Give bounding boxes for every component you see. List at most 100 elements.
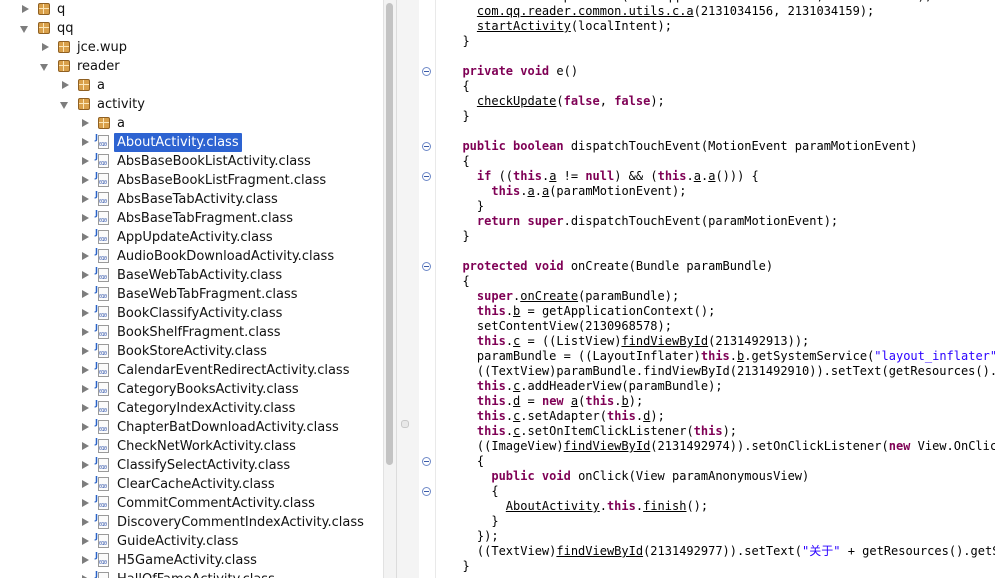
tree-class-row[interactable]: J BaseWebTabFragment.class	[0, 285, 383, 304]
code-text: .	[505, 394, 514, 408]
collapsed-triangle-icon[interactable]	[79, 380, 91, 399]
minus-icon[interactable]	[422, 142, 431, 151]
collapsed-triangle-icon[interactable]	[79, 190, 91, 209]
tree-class-row[interactable]: J AbsBaseTabActivity.class	[0, 190, 383, 209]
code-editor[interactable]: localIntent.putExtra("com.qq.reader.WebC…	[448, 0, 995, 578]
tree-class-row[interactable]: J H5GameActivity.class	[0, 551, 383, 570]
minus-icon[interactable]	[422, 172, 431, 181]
code-keyword: this	[476, 394, 506, 408]
tree-scrollbar-thumb[interactable]	[386, 3, 393, 465]
tree-package-row[interactable]: jce.wup	[0, 38, 383, 57]
collapsed-triangle-icon[interactable]	[79, 323, 91, 342]
tree-class-row[interactable]: J HallOfFameActivity.class	[0, 570, 383, 578]
tree-class-row[interactable]: J CommitCommentActivity.class	[0, 494, 383, 513]
code-text: }	[448, 559, 470, 573]
collapsed-triangle-icon[interactable]	[79, 285, 91, 304]
expanded-triangle-icon[interactable]	[39, 57, 51, 76]
tree-vertical-scrollbar[interactable]	[383, 0, 396, 578]
code-keyword: protected void	[462, 259, 564, 273]
minus-icon[interactable]	[422, 487, 431, 496]
tree-class-row[interactable]: J AbsBaseTabFragment.class	[0, 209, 383, 228]
code-link[interactable]: b	[622, 394, 629, 408]
tree-class-row[interactable]: J BookStoreActivity.class	[0, 342, 383, 361]
expanded-triangle-icon[interactable]	[19, 19, 31, 38]
collapsed-triangle-icon[interactable]	[79, 513, 91, 532]
tree-class-row[interactable]: J AbsBaseBookListFragment.class	[0, 171, 383, 190]
class-file-icon: J	[95, 133, 109, 149]
tree-class-row[interactable]: J CalendarEventRedirectActivity.class	[0, 361, 383, 380]
collapsed-triangle-icon[interactable]	[79, 399, 91, 418]
tree-class-row[interactable]: J BookClassifyActivity.class	[0, 304, 383, 323]
collapsed-triangle-icon[interactable]	[79, 152, 91, 171]
collapsed-triangle-icon[interactable]	[79, 437, 91, 456]
code-link[interactable]: startActivity	[477, 19, 571, 33]
collapsed-triangle-icon[interactable]	[79, 532, 91, 551]
tree-class-row[interactable]: J AbsBaseBookListActivity.class	[0, 152, 383, 171]
tree-package-row[interactable]: activity	[0, 95, 383, 114]
class-file-icon: J	[95, 513, 109, 529]
collapsed-triangle-icon[interactable]	[19, 0, 31, 19]
tree-class-row[interactable]: J CategoryBooksActivity.class	[0, 380, 383, 399]
collapsed-triangle-icon[interactable]	[79, 551, 91, 570]
collapsed-triangle-icon[interactable]	[79, 266, 91, 285]
collapsed-triangle-icon[interactable]	[59, 76, 71, 95]
collapsed-triangle-icon[interactable]	[79, 418, 91, 437]
tree-package-row[interactable]: a	[0, 114, 383, 133]
tree-item-label: DiscoveryCommentIndexActivity.class	[117, 514, 364, 530]
collapsed-triangle-icon[interactable]	[79, 133, 91, 152]
code-link[interactable]: findViewById	[556, 544, 643, 558]
minus-icon[interactable]	[422, 457, 431, 466]
code-link[interactable]: AboutActivity	[506, 499, 600, 513]
tree-class-row[interactable]: J CategoryIndexActivity.class	[0, 399, 383, 418]
tree-class-row[interactable]: J BaseWebTabActivity.class	[0, 266, 383, 285]
tree-class-row[interactable]: J AboutActivity.class	[0, 132, 383, 152]
collapsed-triangle-icon[interactable]	[79, 171, 91, 190]
tree-class-row[interactable]: J ChapterBatDownloadActivity.class	[0, 418, 383, 437]
collapsed-triangle-icon[interactable]	[79, 456, 91, 475]
collapsed-triangle-icon[interactable]	[79, 209, 91, 228]
code-keyword: this	[491, 184, 521, 198]
tree-class-row[interactable]: J DiscoveryCommentIndexActivity.class	[0, 513, 383, 532]
tree-class-row[interactable]: J AppUpdateActivity.class	[0, 228, 383, 247]
package-explorer-tree[interactable]: qqqjce.wupreaderaactivityaJAboutActivity…	[0, 0, 383, 578]
collapsed-triangle-icon[interactable]	[79, 342, 91, 361]
tree-package-row[interactable]: reader	[0, 57, 383, 76]
splitter-grip-icon[interactable]	[401, 420, 409, 428]
java-badge-icon: J	[95, 531, 98, 541]
minus-icon[interactable]	[422, 262, 431, 271]
code-link[interactable]: onCreate	[520, 289, 578, 303]
tree-class-row[interactable]: J AudioBookDownloadActivity.class	[0, 247, 383, 266]
code-link[interactable]: checkUpdate	[477, 94, 556, 108]
code-link[interactable]: com.qq.reader.common.utils.c.a	[477, 4, 694, 18]
code-text: {	[448, 79, 470, 93]
tree-class-row[interactable]: J ClassifySelectActivity.class	[0, 456, 383, 475]
tree-package-row[interactable]: q	[0, 0, 383, 19]
pane-splitter[interactable]	[396, 0, 420, 578]
collapsed-triangle-icon[interactable]	[79, 475, 91, 494]
collapsed-triangle-icon[interactable]	[39, 38, 51, 57]
expanded-triangle-icon[interactable]	[59, 95, 71, 114]
collapsed-triangle-icon[interactable]	[79, 304, 91, 323]
tree-class-row[interactable]: J ClearCacheActivity.class	[0, 475, 383, 494]
code-link[interactable]: findViewById	[564, 439, 651, 453]
collapsed-triangle-icon[interactable]	[79, 228, 91, 247]
code-text: (2131492974)).setOnClickListener(	[650, 439, 889, 453]
code-link[interactable]: a	[528, 184, 535, 198]
collapsed-triangle-icon[interactable]	[79, 247, 91, 266]
tree-package-row[interactable]: qq	[0, 19, 383, 38]
minus-icon[interactable]	[422, 67, 431, 76]
code-link[interactable]: finish	[643, 499, 686, 513]
collapsed-triangle-icon[interactable]	[79, 361, 91, 380]
code-link[interactable]: a	[694, 169, 701, 183]
tree-class-row[interactable]: J GuideActivity.class	[0, 532, 383, 551]
collapsed-triangle-icon[interactable]	[79, 494, 91, 513]
code-link[interactable]: findViewById	[621, 334, 708, 348]
collapsed-triangle-icon[interactable]	[79, 570, 91, 578]
editor-folding-ruler	[419, 0, 436, 578]
tree-package-row[interactable]: a	[0, 76, 383, 95]
tree-class-row[interactable]: J CheckNetWorkActivity.class	[0, 437, 383, 456]
code-line: super.onCreate(paramBundle);	[448, 289, 679, 304]
tree-class-row[interactable]: J BookShelfFragment.class	[0, 323, 383, 342]
collapsed-triangle-icon[interactable]	[79, 114, 91, 133]
java-badge-icon: J	[95, 151, 98, 161]
